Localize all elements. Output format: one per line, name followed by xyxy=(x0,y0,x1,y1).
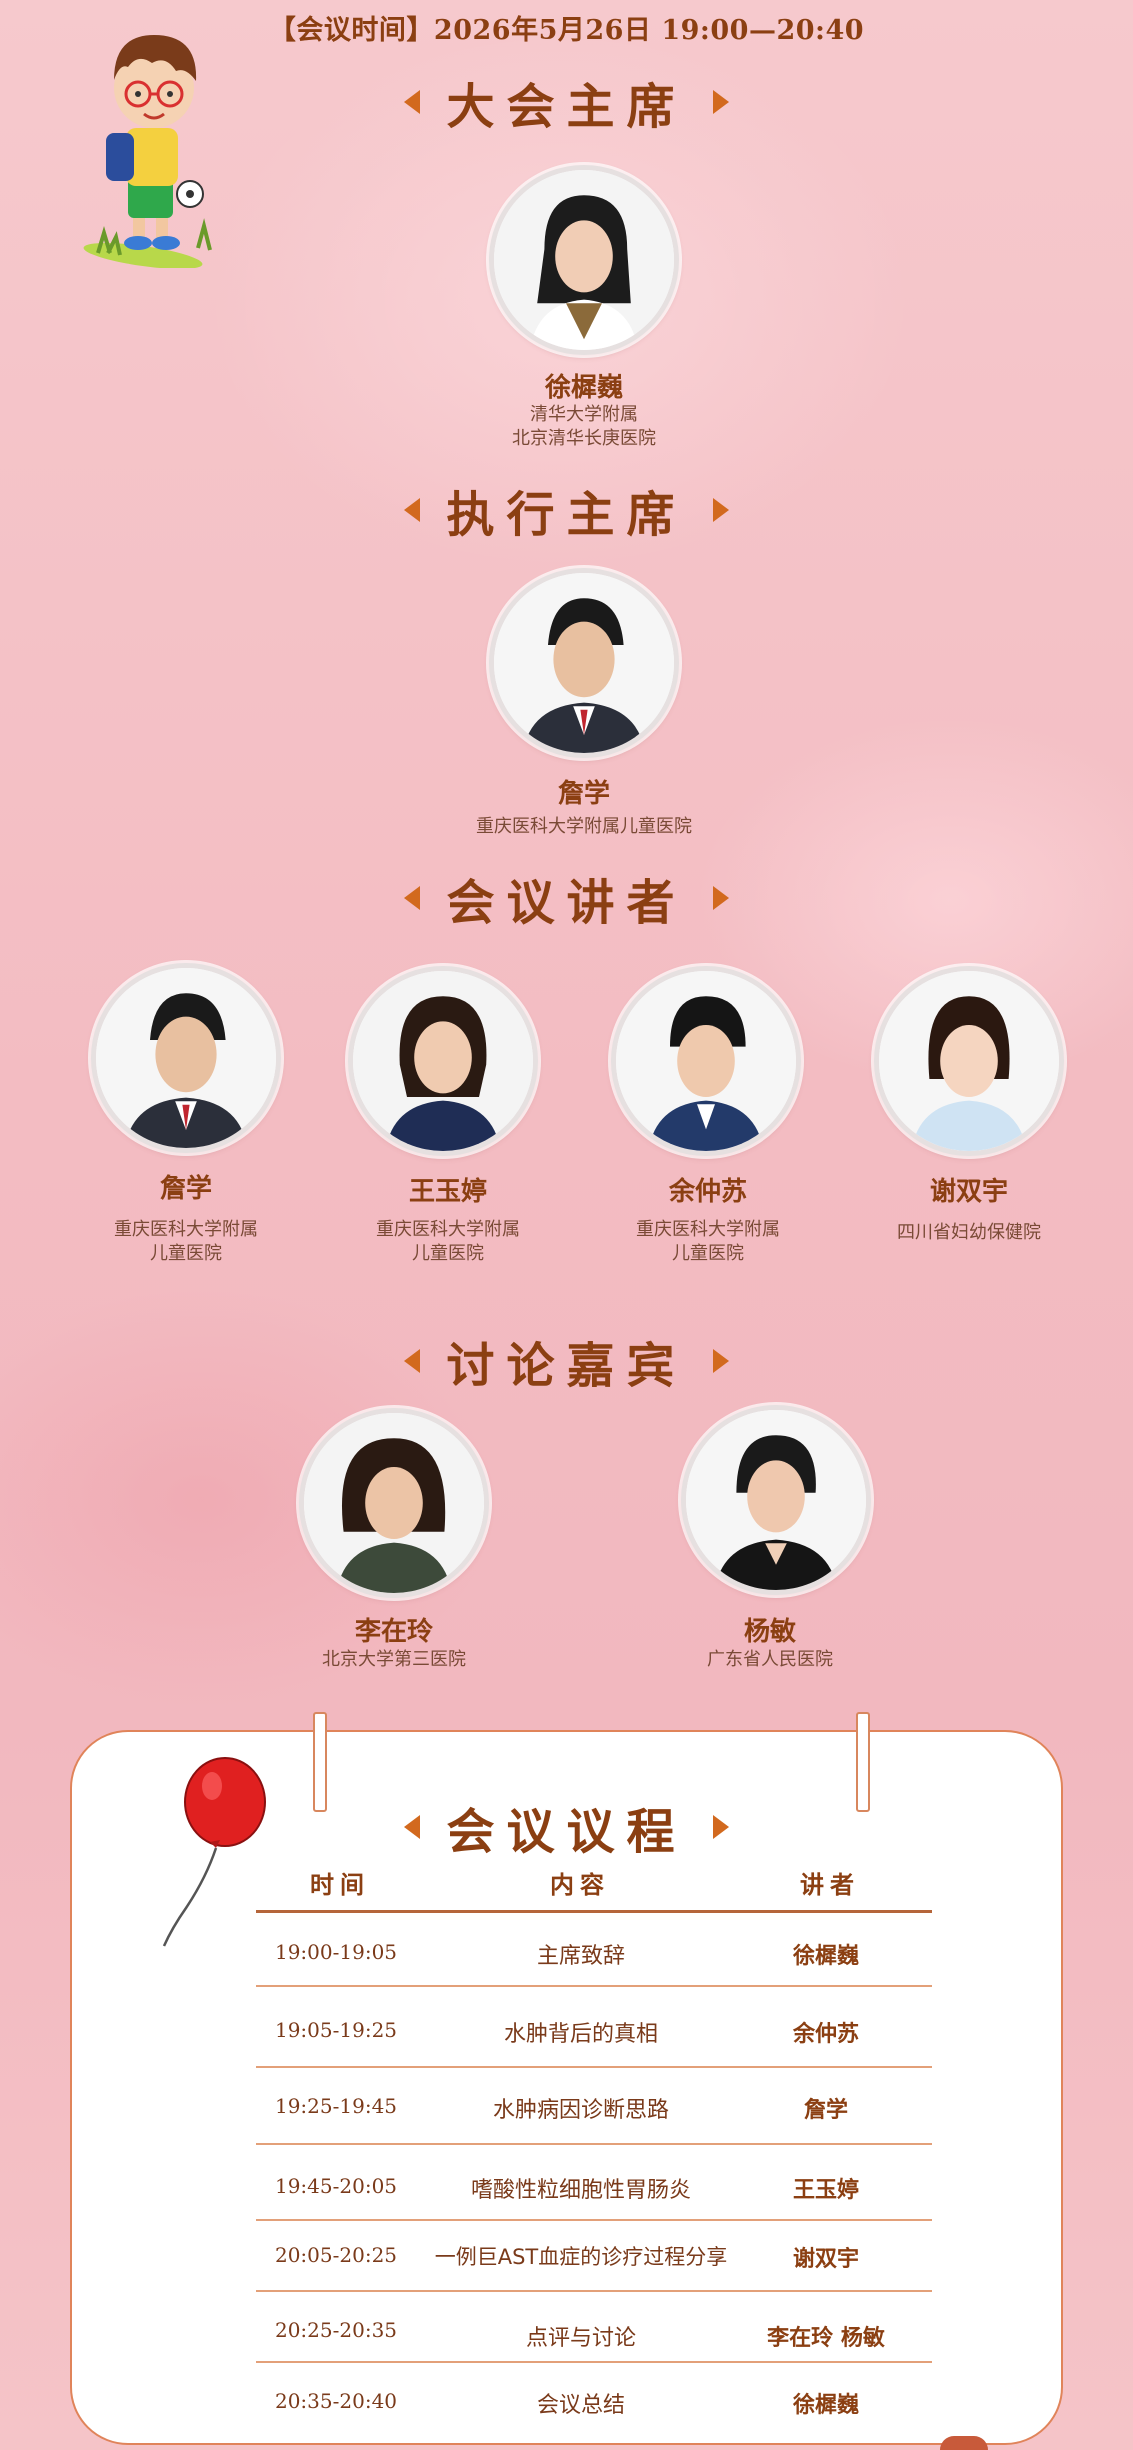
triangle-left-icon xyxy=(404,90,421,114)
row-divider xyxy=(256,2066,932,2068)
chair-org-line1: 清华大学附属 xyxy=(530,404,638,425)
triangle-right-icon xyxy=(712,1815,729,1839)
section-title-panel-text: 讨论嘉宾 xyxy=(446,1338,687,1394)
cartoon-boy-illustration xyxy=(78,28,228,269)
section-title-speakers: 会议讲者 xyxy=(0,868,1133,931)
avatar-panel-1 xyxy=(299,1408,489,1598)
agenda-row-5-speaker: 谢双宇 xyxy=(792,2247,859,2272)
triangle-right-icon xyxy=(712,90,729,114)
row-divider xyxy=(256,2143,932,2145)
corner-decoration xyxy=(940,2436,988,2450)
speaker-3-org-line1: 重庆医科大学附属 xyxy=(636,1219,780,1240)
row-divider xyxy=(256,2361,932,2363)
speaker-2-org-line2: 儿童医院 xyxy=(412,1243,484,1264)
table-row: 20:05-20:25 一例巨AST血症的诊疗过程分享 谢双宇 xyxy=(0,2241,1133,2272)
speaker-1-name: 詹学 xyxy=(159,1174,212,1204)
speaker-2-name: 王玉婷 xyxy=(408,1177,487,1207)
agenda-header-content: 内容 xyxy=(550,1871,610,1899)
row-divider xyxy=(256,2219,932,2221)
table-row: 19:25-19:45 水肿病因诊断思路 詹学 xyxy=(0,2092,1133,2123)
triangle-left-icon xyxy=(404,1815,421,1839)
section-title-chair-text: 大会主席 xyxy=(446,79,687,135)
table-row: 19:05-19:25 水肿背后的真相 余仲苏 xyxy=(0,2016,1133,2047)
table-row: 20:25-20:35 点评与讨论 李在玲 杨敏 xyxy=(0,2318,1133,2351)
section-title-exec-chair-text: 执行主席 xyxy=(446,487,687,543)
table-row: 19:00-19:05 主席致辞 徐樨巍 xyxy=(0,1938,1133,1969)
triangle-right-icon xyxy=(712,886,729,910)
avatar-exec-chair xyxy=(489,568,679,758)
section-title-agenda: 会议议程 xyxy=(0,1797,1133,1860)
agenda-row-7-speaker: 徐樨巍 xyxy=(792,2393,859,2418)
agenda-row-7-content: 会议总结 xyxy=(536,2393,625,2418)
panel-2-name: 杨敏 xyxy=(743,1617,796,1647)
speaker-2-org-line1: 重庆医科大学附属 xyxy=(376,1219,520,1240)
exec-chair-org: 重庆医科大学附属儿童医院 xyxy=(476,816,692,837)
chair-org-line2: 北京清华长庚医院 xyxy=(512,428,656,449)
agenda-row-3-speaker: 詹学 xyxy=(803,2098,848,2123)
triangle-left-icon xyxy=(404,1349,421,1373)
agenda-row-6-content: 点评与讨论 xyxy=(525,2326,636,2351)
agenda-row-1-speaker: 徐樨巍 xyxy=(792,1944,859,1969)
avatar-speaker-3 xyxy=(611,966,801,1156)
speaker-1-org-line2: 儿童医院 xyxy=(150,1243,222,1264)
triangle-right-icon xyxy=(712,498,729,522)
avatar-panel-2 xyxy=(681,1405,871,1595)
triangle-right-icon xyxy=(712,1349,729,1373)
table-row: 20:35-20:40 会议总结 徐樨巍 xyxy=(0,2387,1133,2418)
row-divider xyxy=(256,1985,932,1987)
agenda-row-6-speaker: 李在玲 杨敏 xyxy=(767,2326,885,2351)
section-title-chair: 大会主席 xyxy=(0,72,1133,135)
row-divider xyxy=(256,2290,932,2292)
triangle-left-icon xyxy=(404,886,421,910)
section-title-speakers-text: 会议讲者 xyxy=(446,875,687,931)
agenda-header-speaker: 讲者 xyxy=(800,1871,860,1899)
avatar-chair xyxy=(489,165,679,355)
speaker-3-org-line2: 儿童医院 xyxy=(672,1243,744,1264)
agenda-row-4-speaker: 王玉婷 xyxy=(792,2178,859,2203)
agenda-row-5-content: 一例巨AST血症的诊疗过程分享 xyxy=(434,2245,728,2269)
panel-1-org: 北京大学第三医院 xyxy=(322,1649,466,1670)
agenda-row-2-speaker: 余仲苏 xyxy=(792,2022,859,2047)
speaker-4-org-line1: 四川省妇幼保健院 xyxy=(897,1222,1041,1243)
section-title-agenda-text: 会议议程 xyxy=(446,1804,687,1860)
avatar-speaker-2 xyxy=(348,966,538,1156)
agenda-row-4-content: 嗜酸性粒细胞性胃肠炎 xyxy=(470,2178,691,2203)
panel-2-org: 广东省人民医院 xyxy=(707,1649,833,1670)
speaker-4-name: 谢双宇 xyxy=(929,1177,1008,1207)
avatar-speaker-4 xyxy=(874,966,1064,1156)
agenda-header-divider xyxy=(256,1910,932,1913)
exec-chair-name: 詹学 xyxy=(557,779,610,809)
triangle-left-icon xyxy=(404,498,421,522)
section-title-panel: 讨论嘉宾 xyxy=(0,1331,1133,1394)
table-row: 19:45-20:05 嗜酸性粒细胞性胃肠炎 王玉婷 xyxy=(0,2172,1133,2203)
section-title-exec-chair: 执行主席 xyxy=(0,480,1133,543)
agenda-row-3-content: 水肿病因诊断思路 xyxy=(492,2098,669,2123)
speaker-1-org-line1: 重庆医科大学附属 xyxy=(114,1219,258,1240)
agenda-row-1-content: 主席致辞 xyxy=(536,1944,625,1969)
avatar-speaker-1 xyxy=(91,963,281,1153)
chair-name: 徐樨巍 xyxy=(544,373,623,403)
speaker-3-name: 余仲苏 xyxy=(668,1177,747,1207)
panel-1-name: 李在玲 xyxy=(354,1617,433,1647)
agenda-row-2-content: 水肿背后的真相 xyxy=(503,2022,658,2047)
